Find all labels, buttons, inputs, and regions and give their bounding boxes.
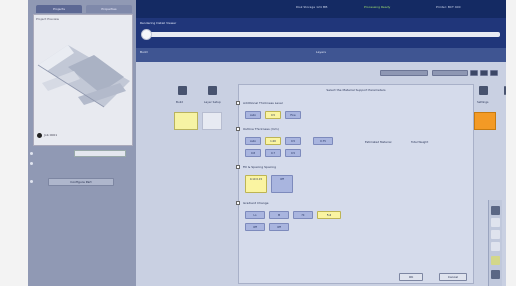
disk-status: Disk Storage 124 MB <box>296 5 328 9</box>
app-window: Projects Properties Project Preview Job … <box>28 0 506 286</box>
option-button[interactable]: Fine <box>285 111 301 119</box>
section-checkbox[interactable] <box>236 101 240 105</box>
part-preview-image <box>37 45 130 108</box>
option-button-selected[interactable]: 0.10 0.15 <box>245 175 267 193</box>
section-strip: Build Layers <box>136 48 506 62</box>
status-bar: Disk Storage 124 MB Processing Ready Pri… <box>136 0 506 18</box>
nav-dot[interactable] <box>30 152 33 155</box>
section-label: Outline Thickness (mm) <box>236 127 279 131</box>
section-label: Fill & Spacing Spacing <box>236 165 276 169</box>
estimated-material-label: Estimated Material <box>365 140 392 144</box>
section-label: Gradient Change <box>236 201 269 205</box>
slider-track[interactable] <box>150 32 500 37</box>
setup-icon[interactable] <box>178 86 187 95</box>
option-button[interactable]: Lo <box>245 211 265 219</box>
layer-option[interactable] <box>202 112 222 130</box>
column-label: Settings <box>477 100 489 104</box>
option-button[interactable]: Auto <box>245 111 261 119</box>
option-button[interactable]: Off <box>271 175 293 193</box>
option-button[interactable]: M <box>269 211 289 219</box>
vertical-toolbar <box>488 200 502 286</box>
printer-status: Printer: BCT 400 <box>436 5 461 9</box>
print-icon[interactable] <box>479 86 488 95</box>
option-button[interactable]: 0.7 <box>265 149 281 157</box>
parameters-panel: Select the Material Support Parameters A… <box>236 84 474 284</box>
ok-button[interactable]: OK <box>399 273 423 281</box>
toolbar-icon-button[interactable] <box>490 70 498 76</box>
option-button[interactable]: 0.5 <box>285 149 301 157</box>
tool-icon[interactable] <box>491 230 500 239</box>
option-button[interactable]: 0.8 <box>245 149 261 157</box>
project-thumbnail[interactable]: Project Preview Job 0001 <box>33 14 133 146</box>
strip-label-right: Layers <box>316 50 326 54</box>
option-button[interactable]: Auto <box>245 137 261 145</box>
tool-icon[interactable] <box>491 218 500 227</box>
layer-icon[interactable] <box>208 86 217 95</box>
slider-title: Rendering Detail Viewer <box>140 21 177 25</box>
panel-title: Select the Material Support Parameters <box>326 88 386 92</box>
thumbnail-caption: Job 0001 <box>44 133 58 137</box>
tab-properties[interactable]: Properties <box>86 5 132 13</box>
tool-icon[interactable] <box>491 256 500 265</box>
name-field[interactable] <box>74 150 126 157</box>
option-button-selected[interactable]: 0.5 <box>265 111 281 119</box>
option-button-selected[interactable]: Full <box>317 211 341 219</box>
settings-option-selected[interactable] <box>474 112 496 130</box>
section-checkbox[interactable] <box>236 165 240 169</box>
nav-dot[interactable] <box>30 180 33 183</box>
column-label: Build <box>176 100 184 104</box>
section-label: Additional Thickness Level <box>236 101 283 105</box>
column-label: Layer Setup <box>204 100 221 104</box>
option-button[interactable]: Hi <box>293 211 313 219</box>
edge-icon[interactable] <box>504 86 506 95</box>
detail-slider-area: Rendering Detail Viewer <box>136 18 506 48</box>
option-button[interactable]: Off <box>269 223 289 231</box>
option-button[interactable]: 0.5 <box>285 137 301 145</box>
cancel-button[interactable]: Cancel <box>439 273 467 281</box>
toolbar-button[interactable] <box>432 70 468 76</box>
slider-knob[interactable] <box>141 29 152 40</box>
option-button-selected[interactable]: 1.00 <box>265 137 281 145</box>
tab-projects[interactable]: Projects <box>36 5 82 13</box>
option-button[interactable]: Off <box>245 223 265 231</box>
left-pane: Projects Properties Project Preview Job … <box>28 0 136 286</box>
toolbar-button[interactable] <box>380 70 428 76</box>
processing-status: Processing Ready <box>364 5 391 9</box>
tool-icon[interactable] <box>491 270 500 279</box>
configure-part-button[interactable]: Configure Part <box>48 178 114 186</box>
nav-dot[interactable] <box>30 162 33 165</box>
tool-icon[interactable] <box>491 206 500 215</box>
status-dot <box>37 133 42 138</box>
tool-icon[interactable] <box>491 242 500 251</box>
option-button[interactable]: 0.75 <box>313 137 333 145</box>
section-checkbox[interactable] <box>236 201 240 205</box>
strip-label-left: Build <box>140 50 148 54</box>
toolbar-icon-button[interactable] <box>470 70 478 76</box>
thumbnail-header: Project Preview <box>36 17 59 21</box>
toolbar-icon-button[interactable] <box>480 70 488 76</box>
section-checkbox[interactable] <box>236 127 240 131</box>
total-weight-label: Total Weight <box>411 140 429 144</box>
build-option-selected[interactable] <box>174 112 198 130</box>
